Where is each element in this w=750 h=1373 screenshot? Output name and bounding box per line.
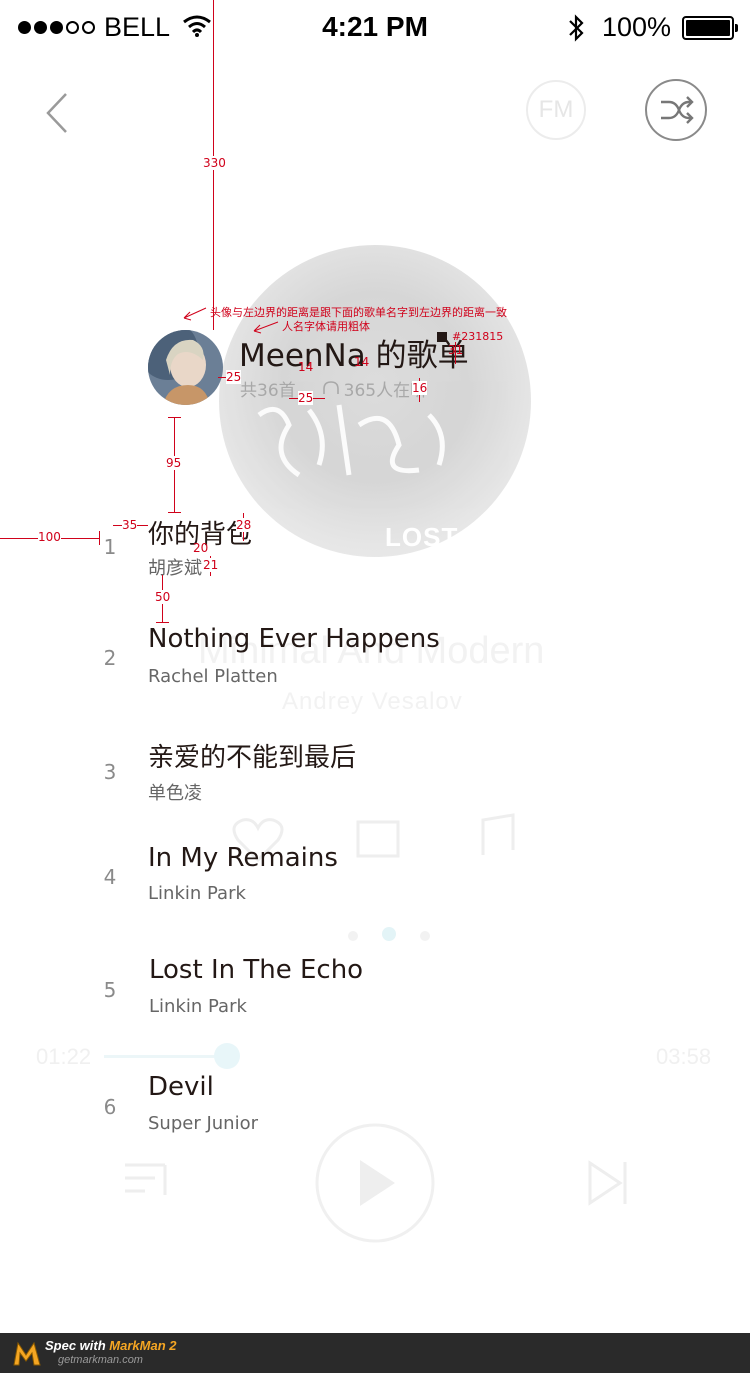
annotation-label: 21 <box>203 558 219 572</box>
shuffle-icon <box>661 96 694 124</box>
list-item[interactable]: 4 In My Remains Linkin Park <box>0 843 750 933</box>
song-count: 共36首 <box>240 381 296 401</box>
back-chevron-icon[interactable] <box>38 88 78 138</box>
battery-percent: 100% <box>602 12 672 42</box>
song-artist: Linkin Park <box>149 996 247 1017</box>
song-title: Lost In The Echo <box>149 955 364 985</box>
footer-brand: Spec with MarkMan 2 <box>45 1338 177 1353</box>
annotation-note: 人名字体请用粗体 <box>282 320 370 333</box>
annotation-line <box>156 622 169 623</box>
song-title: 亲爱的不能到最后 <box>148 743 357 773</box>
annotation-label: 330 <box>203 156 226 170</box>
song-artist: 单色凌 <box>148 783 202 804</box>
annotation-color: #231815 <box>452 330 504 343</box>
annotation-label: 100 <box>38 530 61 544</box>
shuffle-button[interactable] <box>645 79 707 141</box>
annotation-label: 14 <box>298 360 314 374</box>
play-icon <box>360 1160 395 1206</box>
list-item[interactable]: 6 Devil Super Junior <box>0 1072 750 1162</box>
annotation-label: 25 <box>298 391 314 405</box>
avatar[interactable] <box>148 330 223 405</box>
song-artist: Linkin Park <box>148 883 246 904</box>
song-artist: 胡彦斌 <box>148 558 202 579</box>
annotation-label: 31 <box>448 343 464 357</box>
annotation-label: 14 <box>354 355 370 369</box>
list-item[interactable]: 1 你的背包 胡彦斌 <box>0 510 750 600</box>
song-number: 6 <box>103 1095 117 1119</box>
headphones-icon <box>322 380 339 394</box>
annotation-line <box>168 417 181 418</box>
song-title: Nothing Ever Happens <box>148 624 440 654</box>
annotation-label: 95 <box>166 456 182 470</box>
progress-track <box>104 1055 228 1058</box>
avatar-image <box>148 330 223 405</box>
footer-url[interactable]: getmarkman.com <box>58 1354 143 1366</box>
song-number: 5 <box>103 978 117 1002</box>
progress-knob[interactable] <box>214 1043 240 1069</box>
status-bar: BELL 4:21 PM 100% <box>0 0 750 56</box>
annotation-label: 25 <box>226 370 242 384</box>
song-title: Devil <box>148 1072 214 1102</box>
fm-button[interactable]: FM <box>526 80 586 140</box>
song-number: 2 <box>103 646 117 670</box>
duration-time: 03:58 <box>656 1044 712 1069</box>
markman-footer: Spec with MarkMan 2 getmarkman.com <box>0 1333 750 1373</box>
song-artist: Super Junior <box>148 1113 258 1134</box>
song-number: 4 <box>103 865 117 889</box>
bluetooth-icon <box>569 14 584 42</box>
annotation-label: 50 <box>155 590 171 604</box>
annotation-line <box>99 531 100 545</box>
footer-brand-prefix: Spec with <box>45 1338 110 1353</box>
next-icon <box>588 1160 627 1206</box>
annotation-label: 20 <box>193 541 209 555</box>
footer-brand-name: MarkMan 2 <box>109 1338 177 1353</box>
list-item[interactable]: 5 Lost In The Echo Linkin Park <box>0 955 750 1045</box>
song-title: In My Remains <box>148 843 338 873</box>
playlist-meta: 共36首 365人在听 <box>240 376 427 401</box>
annotation-arrow <box>253 321 279 334</box>
song-number: 3 <box>103 760 117 784</box>
playlist-icon <box>125 1163 167 1195</box>
song-artist: Rachel Platten <box>148 666 278 687</box>
elapsed-time: 01:22 <box>36 1044 92 1069</box>
battery-icon <box>682 16 738 40</box>
annotation-label: 35 <box>122 518 138 532</box>
annotation-arrow <box>183 307 207 321</box>
album-calligraphy <box>257 404 445 478</box>
song-number: 1 <box>103 535 117 559</box>
annotation-line <box>168 512 181 513</box>
color-swatch <box>437 332 447 342</box>
annotation-label: 28 <box>236 518 252 532</box>
list-item[interactable]: 3 亲爱的不能到最后 单色凌 <box>0 737 750 827</box>
markman-logo-icon <box>13 1341 41 1366</box>
list-item[interactable]: 2 Nothing Ever Happens Rachel Platten <box>0 624 750 714</box>
annotation-label: 16 <box>412 381 428 395</box>
